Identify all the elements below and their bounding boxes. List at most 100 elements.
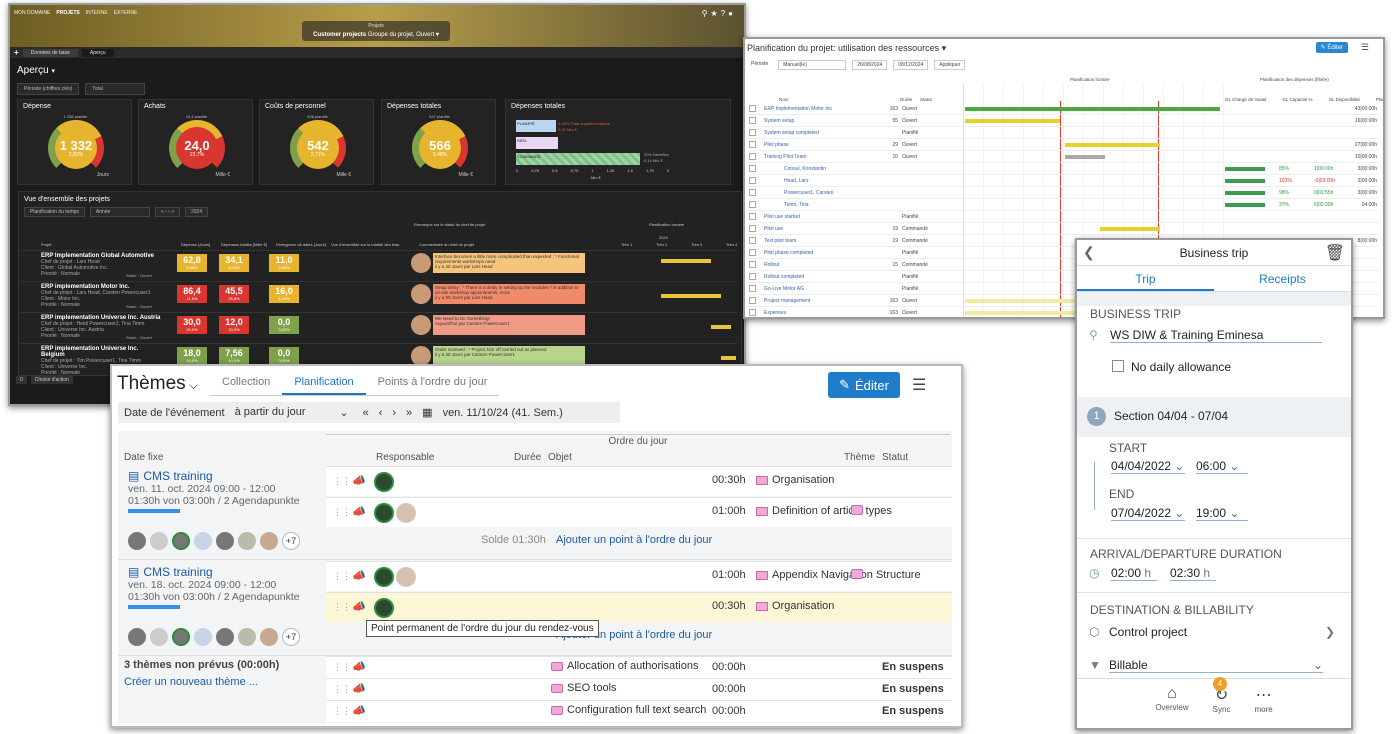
agenda-row-highlighted[interactable]: ⋮⋮ 📣 00:30h Organisation xyxy=(326,592,952,622)
year-value[interactable]: 2024 xyxy=(184,207,209,217)
col-header[interactable]: Trim 2 xyxy=(656,242,667,247)
choose-action-button[interactable]: Choisir d'action xyxy=(30,376,73,384)
agenda-row[interactable]: ⋮⋮ 📣 01:00h Appendix Navigation Structure xyxy=(326,561,952,591)
row-name[interactable]: Pilot use xyxy=(764,226,884,232)
row-object[interactable]: Organisation xyxy=(756,600,834,612)
more-participants[interactable]: +7 xyxy=(282,532,300,550)
row-checkbox[interactable] xyxy=(749,261,756,268)
pm-comment[interactable]: Order received : * Project kick off carr… xyxy=(433,346,585,366)
theme-chat-icon[interactable] xyxy=(851,569,863,579)
last-page-icon[interactable]: » xyxy=(406,407,412,419)
section-title[interactable]: Section 04/04 - 07/04 xyxy=(1114,409,1228,423)
tab-agenda-points[interactable]: Points à l'ordre du jour xyxy=(366,370,500,395)
tab-collection[interactable]: Collection xyxy=(210,370,282,395)
add-agenda-point-link[interactable]: Ajouter un point à l'ordre du jour xyxy=(556,534,712,546)
col-header[interactable]: Trim 1 xyxy=(621,242,632,247)
col-header[interactable]: Projet xyxy=(41,242,51,247)
avatar[interactable] xyxy=(194,628,212,646)
row-checkbox[interactable] xyxy=(749,249,756,256)
avatar[interactable] xyxy=(260,532,278,550)
chevron-down-icon[interactable]: ▾ xyxy=(51,68,55,75)
trash-icon[interactable]: 🗑 xyxy=(1325,243,1345,263)
row-name[interactable]: Rollout xyxy=(764,262,884,268)
row-object[interactable]: Organisation xyxy=(756,474,834,486)
start-time-select[interactable]: 06:00 xyxy=(1196,459,1248,474)
year-select[interactable]: Année xyxy=(89,207,150,217)
nav-overview[interactable]: ⌂ Overview xyxy=(1155,685,1188,728)
trip-name-input[interactable]: WS DIW & Training Eminesa xyxy=(1110,328,1322,343)
nav-externe[interactable]: EXTERNE xyxy=(114,10,138,16)
row-name[interactable]: Training Pilot Team xyxy=(764,154,884,160)
theme-chat-icon[interactable] xyxy=(851,505,863,515)
table-row[interactable]: Pilot phase 29 Ouvert 27|00:00h xyxy=(749,139,1379,151)
row-name[interactable]: Pilot phase xyxy=(764,142,884,148)
megaphone-icon[interactable]: 📣 xyxy=(352,660,366,673)
tab-apercu[interactable]: Aperçu xyxy=(81,48,114,57)
tab-receipts[interactable]: Receipts xyxy=(1214,266,1351,291)
table-row[interactable]: Pilot use 19 Commandé xyxy=(749,223,1379,235)
row-checkbox[interactable] xyxy=(749,309,756,316)
row-name[interactable]: Powercuser1, Carsten xyxy=(764,190,884,196)
avatar[interactable] xyxy=(216,628,234,646)
chevron-down-icon[interactable]: ▾ xyxy=(942,43,947,53)
end-date-select[interactable]: 07/04/2022 xyxy=(1111,506,1185,521)
avatar[interactable]: ● xyxy=(728,9,736,18)
more-participants[interactable]: +7 xyxy=(282,628,300,646)
agenda-row[interactable]: ⋮⋮ 📣 01:00h Definition of article types xyxy=(326,497,952,527)
row-object[interactable]: Allocation of authorisations xyxy=(551,660,698,672)
table-row[interactable]: Pilot use started Planifié xyxy=(749,211,1379,223)
col-header[interactable]: Vue d'ensemble sur la totalité des frais xyxy=(331,242,399,247)
row-name[interactable]: Head, Lars xyxy=(764,178,884,184)
arrival-duration-input[interactable]: 02:00 h xyxy=(1111,566,1157,581)
row-checkbox[interactable] xyxy=(749,201,756,208)
themes-title[interactable]: Thèmes ⌵ xyxy=(117,373,198,395)
col-header[interactable]: Plan xyxy=(1376,97,1383,102)
unplanned-row[interactable]: ⋮⋮ 📣 00:00h Allocation of authorisations … xyxy=(326,656,952,678)
edit-button[interactable]: ✎ Éditer xyxy=(1315,42,1348,53)
row-name[interactable]: Project management xyxy=(764,298,884,304)
drag-handle-icon[interactable]: ⋮⋮ xyxy=(333,684,351,695)
prev-next-buttons[interactable]: « ‹ › » xyxy=(154,207,180,217)
period-select[interactable]: Total xyxy=(85,83,146,95)
megaphone-icon[interactable]: 📣 xyxy=(352,704,366,717)
chevron-down-icon[interactable]: ⌵ xyxy=(186,378,198,392)
row-name[interactable]: ERP Implementation Motor Inc xyxy=(764,106,884,112)
drag-handle-icon[interactable]: ⋮⋮ xyxy=(333,602,351,613)
row-checkbox[interactable] xyxy=(749,189,756,196)
nav-interne[interactable]: INTERNE xyxy=(86,10,108,16)
avatar[interactable] xyxy=(238,628,256,646)
drag-handle-icon[interactable]: ⋮⋮ xyxy=(333,662,351,673)
avatar[interactable] xyxy=(216,532,234,550)
col-header-duration[interactable]: Durée xyxy=(900,97,912,102)
row-name[interactable]: Pilot phase completed xyxy=(764,250,884,256)
col-header[interactable]: Trim 4 xyxy=(726,242,737,247)
col-header[interactable]: Dépense [Jours] xyxy=(181,242,210,247)
megaphone-icon[interactable]: 📣 xyxy=(352,600,366,613)
table-row[interactable]: System setup completed Planifié xyxy=(749,127,1379,139)
date-from-input[interactable]: 26/08/2024 xyxy=(852,60,888,70)
row-checkbox[interactable] xyxy=(749,153,756,160)
date-to-input[interactable]: 08/12/2024 xyxy=(893,60,929,70)
period-label[interactable]: Période (chiffres clés) xyxy=(17,83,80,95)
unplanned-row[interactable]: ⋮⋮ 📣 00:00h Configuration full text searc… xyxy=(326,700,952,722)
megaphone-icon[interactable]: 📣 xyxy=(352,505,366,518)
avatar[interactable] xyxy=(374,598,394,618)
first-page-icon[interactable]: « xyxy=(363,407,369,419)
table-row[interactable]: ERP implementation Motor Inc. Chef de pr… xyxy=(21,281,737,310)
table-row[interactable]: Timm, Tina 37% 6|02:30h 04:00h xyxy=(749,199,1379,211)
col-header-name[interactable]: Nom xyxy=(779,97,789,102)
table-row[interactable]: Head, Lars 103% -0|03:00h 2|00:00h xyxy=(749,175,1379,187)
avatar[interactable] xyxy=(396,503,416,523)
tab-donnees-de-base[interactable]: Données de base xyxy=(22,48,78,57)
table-row[interactable]: Powercuser1, Carsten 98% 0|01:55h 3|00:00h xyxy=(749,187,1379,199)
col-header-status[interactable]: Statut xyxy=(920,97,932,102)
back-icon[interactable]: ❮ xyxy=(1083,244,1095,261)
drag-handle-icon[interactable]: ⋮⋮ xyxy=(333,571,351,582)
tab-planification[interactable]: Planification xyxy=(282,370,366,395)
megaphone-icon[interactable]: 📣 xyxy=(352,474,366,487)
col-header[interactable]: GL Charge de travail xyxy=(1225,97,1266,102)
nav-mon-domaine[interactable]: MON DOMAINE xyxy=(14,10,50,16)
avatar[interactable] xyxy=(172,532,190,550)
row-checkbox[interactable] xyxy=(749,285,756,292)
row-checkbox[interactable] xyxy=(749,213,756,220)
